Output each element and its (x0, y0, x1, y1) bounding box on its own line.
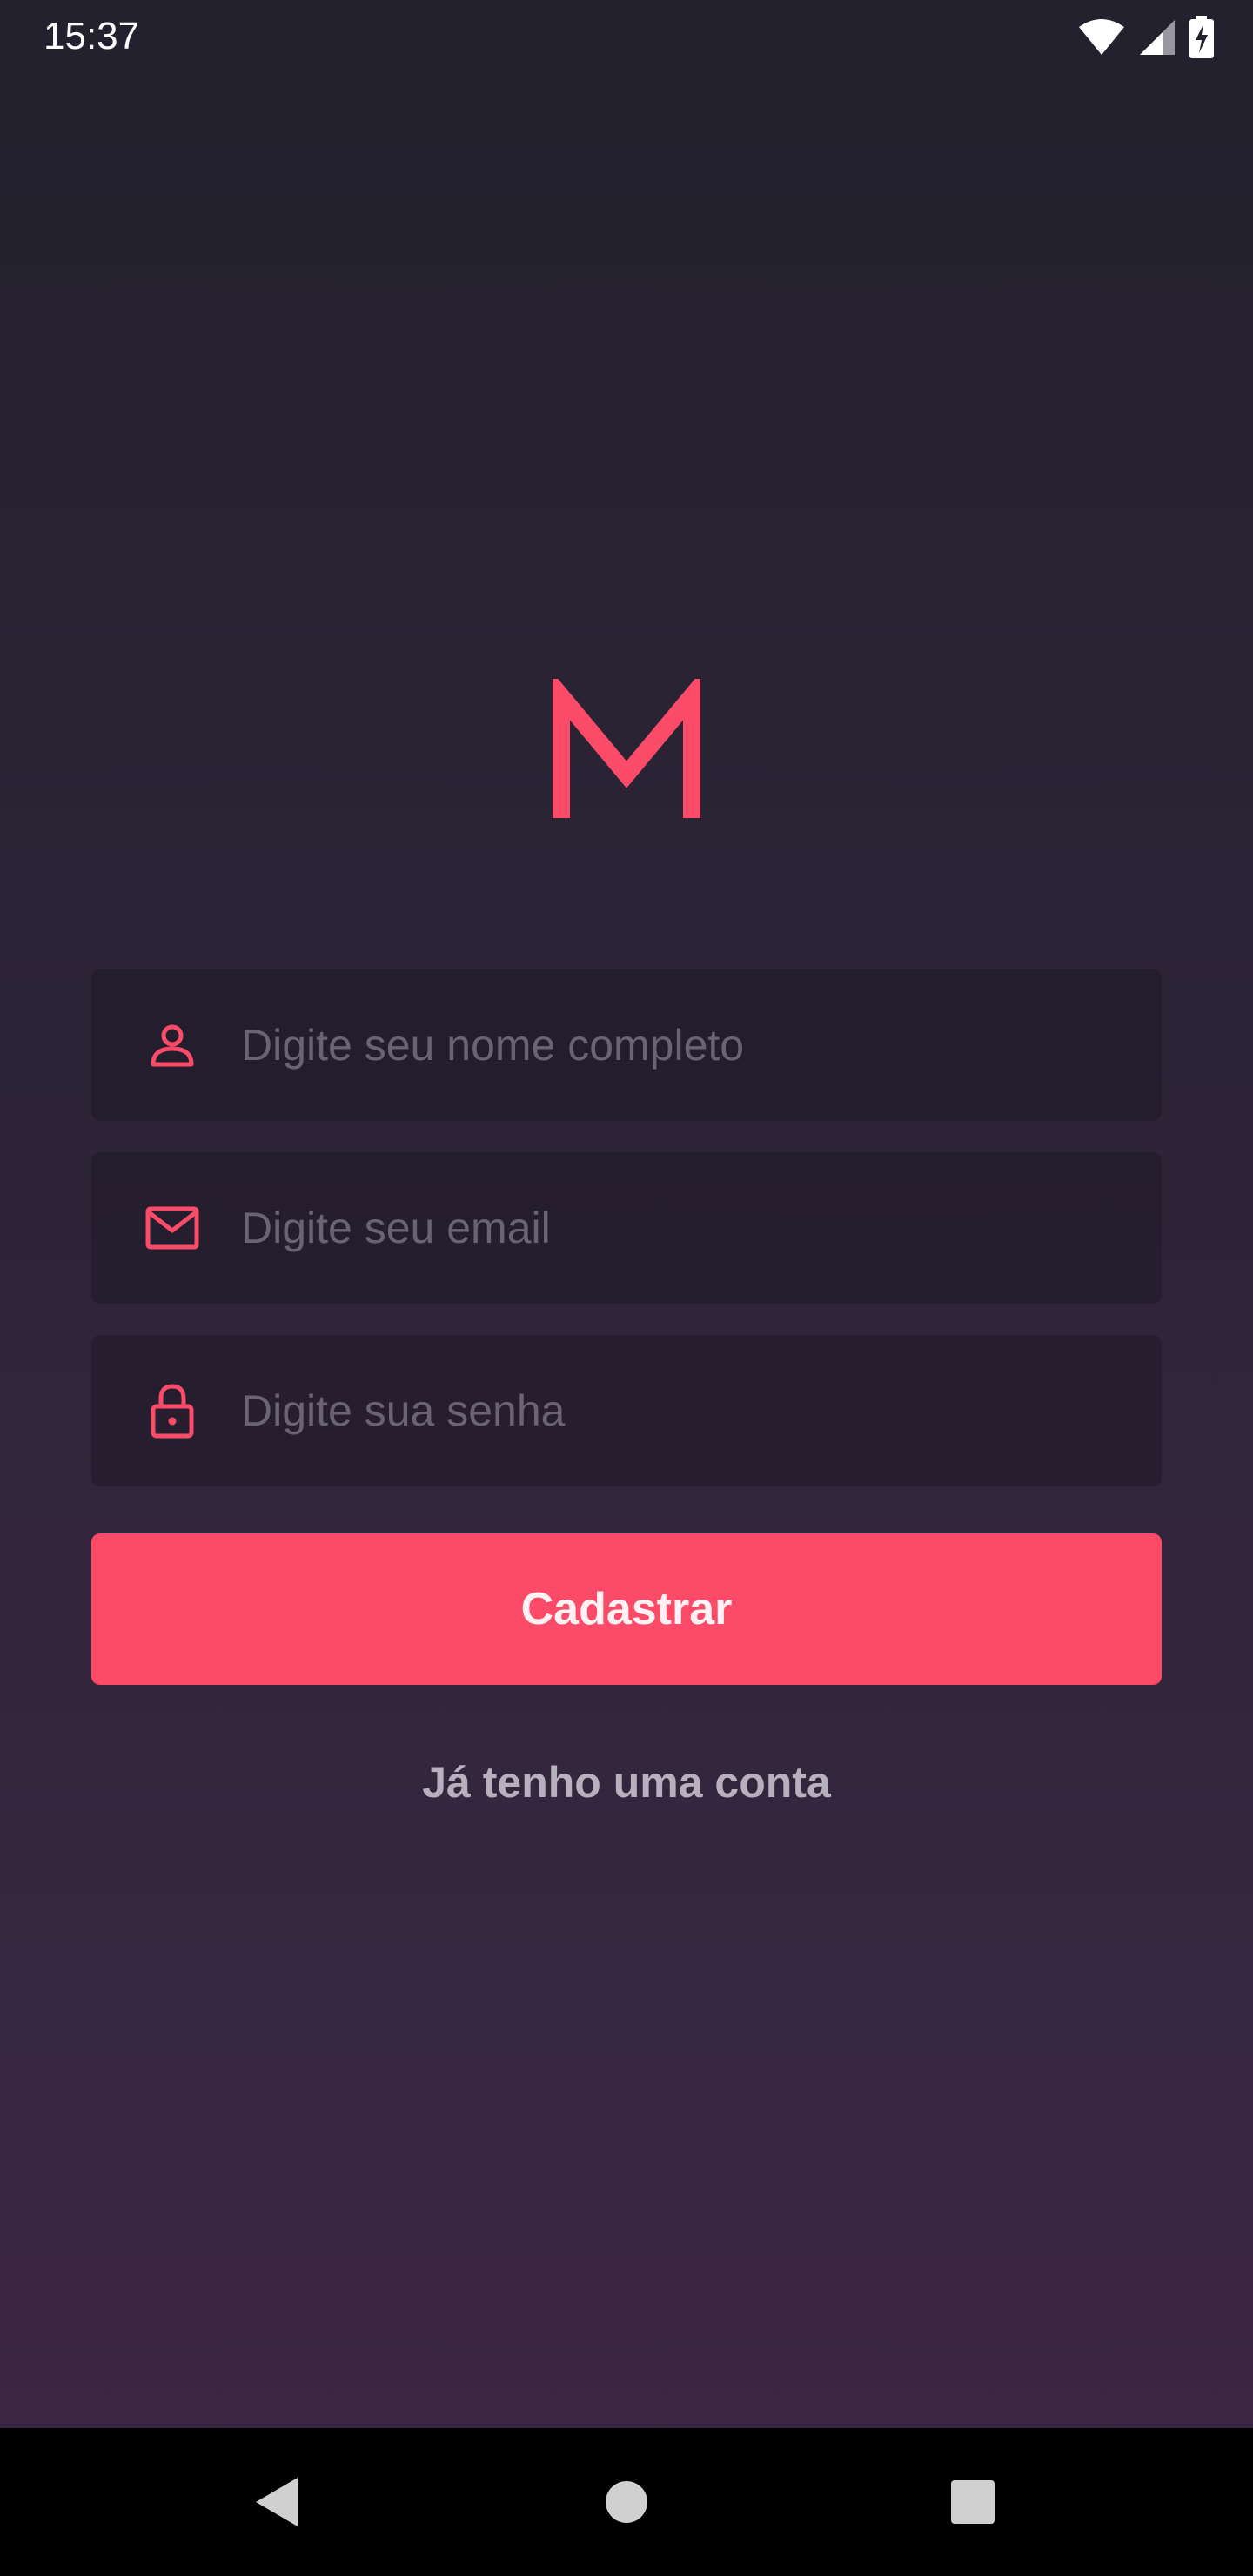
recents-icon[interactable] (929, 2459, 1016, 2546)
battery-charging-icon (1189, 16, 1215, 64)
password-field[interactable] (91, 1335, 1162, 1486)
login-link[interactable]: Já tenho uma conta (0, 1751, 1253, 1814)
mail-icon (140, 1196, 204, 1260)
status-time: 15:37 (44, 15, 140, 57)
cellular-signal-icon (1138, 18, 1176, 61)
home-icon[interactable] (583, 2459, 670, 2546)
wifi-icon (1077, 18, 1126, 61)
signup-screen: 15:37 Digite seu nome completo Digite se… (0, 0, 1253, 2576)
name-input[interactable] (241, 969, 1129, 1121)
email-field[interactable] (91, 1152, 1162, 1304)
navigation-bar (0, 2428, 1253, 2576)
signup-button[interactable]: Cadastrar (91, 1533, 1162, 1685)
status-bar: 15:37 (0, 0, 1253, 73)
lock-icon (140, 1379, 204, 1443)
email-input[interactable] (241, 1152, 1129, 1304)
password-input[interactable] (241, 1335, 1129, 1486)
user-icon (140, 1013, 204, 1077)
back-icon[interactable] (233, 2459, 320, 2546)
app-logo (539, 672, 714, 835)
status-icons (1077, 16, 1215, 64)
name-field[interactable] (91, 969, 1162, 1121)
